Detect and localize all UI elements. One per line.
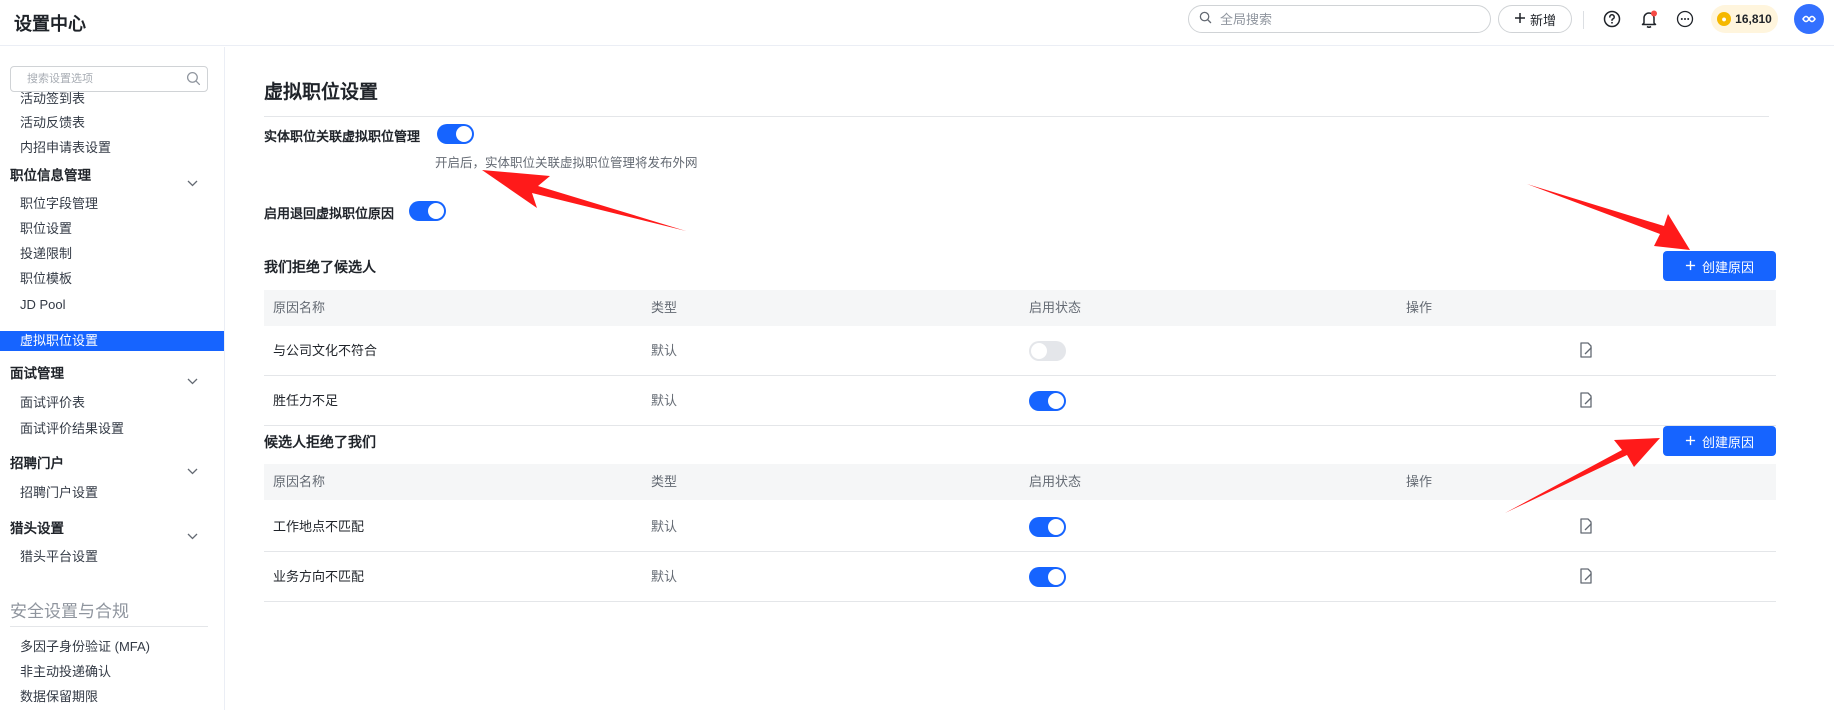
sidebar-item-portal-settings[interactable]: 招聘门户设置 <box>0 482 224 504</box>
create-reason-label: 创建原因 <box>1701 259 1754 275</box>
chevron-down-icon <box>187 524 198 548</box>
edit-icon[interactable] <box>1579 392 1593 411</box>
sidebar-item-interview-result[interactable]: 面试评价结果设置 <box>0 418 224 440</box>
create-reason-button[interactable]: 创建原因 <box>1663 251 1776 281</box>
edit-icon[interactable] <box>1579 342 1593 361</box>
sidebar-item-passive-delivery[interactable]: 非主动投递确认 <box>0 661 224 683</box>
top-bar: 设置中心 新增 ● 16,810 <box>0 0 1834 46</box>
link-virtual-job-toggle[interactable] <box>437 124 474 144</box>
sidebar-group-job-info[interactable]: 职位信息管理 <box>0 164 224 188</box>
return-reason-toggle[interactable] <box>409 201 446 221</box>
column-header-name: 原因名称 <box>273 300 326 315</box>
sidebar-search-input[interactable] <box>25 72 184 86</box>
reason-enabled-toggle[interactable] <box>1029 567 1066 587</box>
table-header: 原因名称 类型 启用状态 操作 <box>264 290 1776 326</box>
plus-icon <box>1514 12 1526 27</box>
sidebar-section-security: 安全设置与合规 <box>10 602 129 621</box>
table-row: 工作地点不匹配 默认 <box>264 502 1776 552</box>
new-button[interactable]: 新增 <box>1498 5 1572 33</box>
notification-bell-icon[interactable] <box>1638 8 1660 30</box>
chevron-down-icon <box>187 459 198 483</box>
more-options-icon[interactable] <box>1674 8 1696 30</box>
column-header-actions: 操作 <box>1406 300 1433 315</box>
chevron-down-icon <box>187 171 198 195</box>
plus-icon <box>1685 434 1696 449</box>
search-icon <box>1199 11 1212 27</box>
sidebar-item-activity-signin[interactable]: 活动签到表 <box>0 88 224 110</box>
column-header-type: 类型 <box>651 474 678 489</box>
setting-label-return-reason: 启用退回虚拟职位原因 <box>264 206 395 221</box>
column-header-actions: 操作 <box>1406 474 1433 489</box>
table-row: 与公司文化不符合 默认 <box>264 326 1776 376</box>
sidebar-item-mfa[interactable]: 多因子身份验证 (MFA) <box>0 636 224 658</box>
sidebar-item-job-templates[interactable]: 职位模板 <box>0 268 224 290</box>
reason-type: 默认 <box>651 343 678 358</box>
new-button-label: 新增 <box>1529 12 1556 28</box>
reason-name: 与公司文化不符合 <box>273 343 378 358</box>
reason-type: 默认 <box>651 569 678 584</box>
reason-type: 默认 <box>651 519 678 534</box>
sidebar-item-virtual-job-settings[interactable]: 虚拟职位设置 <box>0 331 224 351</box>
section-title-candidate-rejected-us: 候选人拒绝了我们 <box>264 434 376 450</box>
sidebar-group-label: 猎头设置 <box>10 521 64 536</box>
chevron-down-icon <box>187 369 198 393</box>
create-reason-button[interactable]: 创建原因 <box>1663 426 1776 456</box>
reason-enabled-toggle[interactable] <box>1029 517 1066 537</box>
sidebar-item-delivery-limits[interactable]: 投递限制 <box>0 243 224 265</box>
reason-type: 默认 <box>651 393 678 408</box>
reason-name: 工作地点不匹配 <box>273 519 365 534</box>
sidebar-group-headhunter[interactable]: 猎头设置 <box>0 517 224 541</box>
coin-count: 16,810 <box>1735 12 1772 26</box>
sidebar-group-interview[interactable]: 面试管理 <box>0 362 224 386</box>
create-reason-label: 创建原因 <box>1701 434 1754 450</box>
reason-enabled-toggle[interactable] <box>1029 391 1066 411</box>
sidebar-group-label: 面试管理 <box>10 366 64 381</box>
table-row: 业务方向不匹配 默认 <box>264 552 1776 602</box>
table-header: 原因名称 类型 启用状态 操作 <box>264 464 1776 500</box>
column-header-status: 启用状态 <box>1029 300 1082 315</box>
coin-balance[interactable]: ● 16,810 <box>1711 5 1778 33</box>
column-header-type: 类型 <box>651 300 678 315</box>
setting-label-link-virtual: 实体职位关联虚拟职位管理 <box>264 129 421 144</box>
section-title-rejected-candidates: 我们拒绝了候选人 <box>264 259 376 275</box>
sidebar-group-portal[interactable]: 招聘门户 <box>0 452 224 476</box>
sidebar-group-label: 招聘门户 <box>10 456 64 471</box>
sidebar-item-data-retention[interactable]: 数据保留期限 <box>0 686 224 708</box>
global-search-box[interactable] <box>1188 5 1491 33</box>
sidebar-group-label: 职位信息管理 <box>10 168 91 183</box>
help-icon[interactable] <box>1601 8 1623 30</box>
sidebar-item-job-fields[interactable]: 职位字段管理 <box>0 193 224 215</box>
sidebar-item-activity-feedback[interactable]: 活动反馈表 <box>0 112 224 134</box>
divider <box>10 626 208 627</box>
edit-icon[interactable] <box>1579 568 1593 587</box>
main-content: 虚拟职位设置 实体职位关联虚拟职位管理 开启后，实体职位关联虚拟职位管理将发布外… <box>264 47 1776 710</box>
sidebar-item-jd-pool[interactable]: JD Pool <box>0 294 224 316</box>
settings-sidebar: 活动签到表 活动反馈表 内招申请表设置 职位信息管理 职位字段管理 职位设置 投… <box>0 47 225 710</box>
table-row: 胜任力不足 默认 <box>264 376 1776 426</box>
coin-icon: ● <box>1717 12 1732 26</box>
user-avatar[interactable] <box>1794 4 1824 34</box>
reason-enabled-toggle[interactable] <box>1029 341 1066 361</box>
column-header-status: 启用状态 <box>1029 474 1082 489</box>
edit-icon[interactable] <box>1579 518 1593 537</box>
sidebar-item-job-settings[interactable]: 职位设置 <box>0 218 224 240</box>
reason-name: 胜任力不足 <box>273 393 339 408</box>
search-icon <box>186 71 201 89</box>
sidebar-item-interview-form[interactable]: 面试评价表 <box>0 392 224 414</box>
column-header-name: 原因名称 <box>273 474 326 489</box>
sidebar-item-headhunter-platform[interactable]: 猎头平台设置 <box>0 546 224 568</box>
page-title: 虚拟职位设置 <box>264 82 379 103</box>
reason-name: 业务方向不匹配 <box>273 569 365 584</box>
divider <box>264 116 1769 117</box>
global-search-input[interactable] <box>1218 10 1462 28</box>
sidebar-item-internal-application[interactable]: 内招申请表设置 <box>0 137 224 159</box>
setting-hint: 开启后，实体职位关联虚拟职位管理将发布外网 <box>435 156 698 170</box>
plus-icon <box>1685 259 1696 274</box>
app-title: 设置中心 <box>14 14 86 34</box>
divider <box>1583 11 1584 29</box>
